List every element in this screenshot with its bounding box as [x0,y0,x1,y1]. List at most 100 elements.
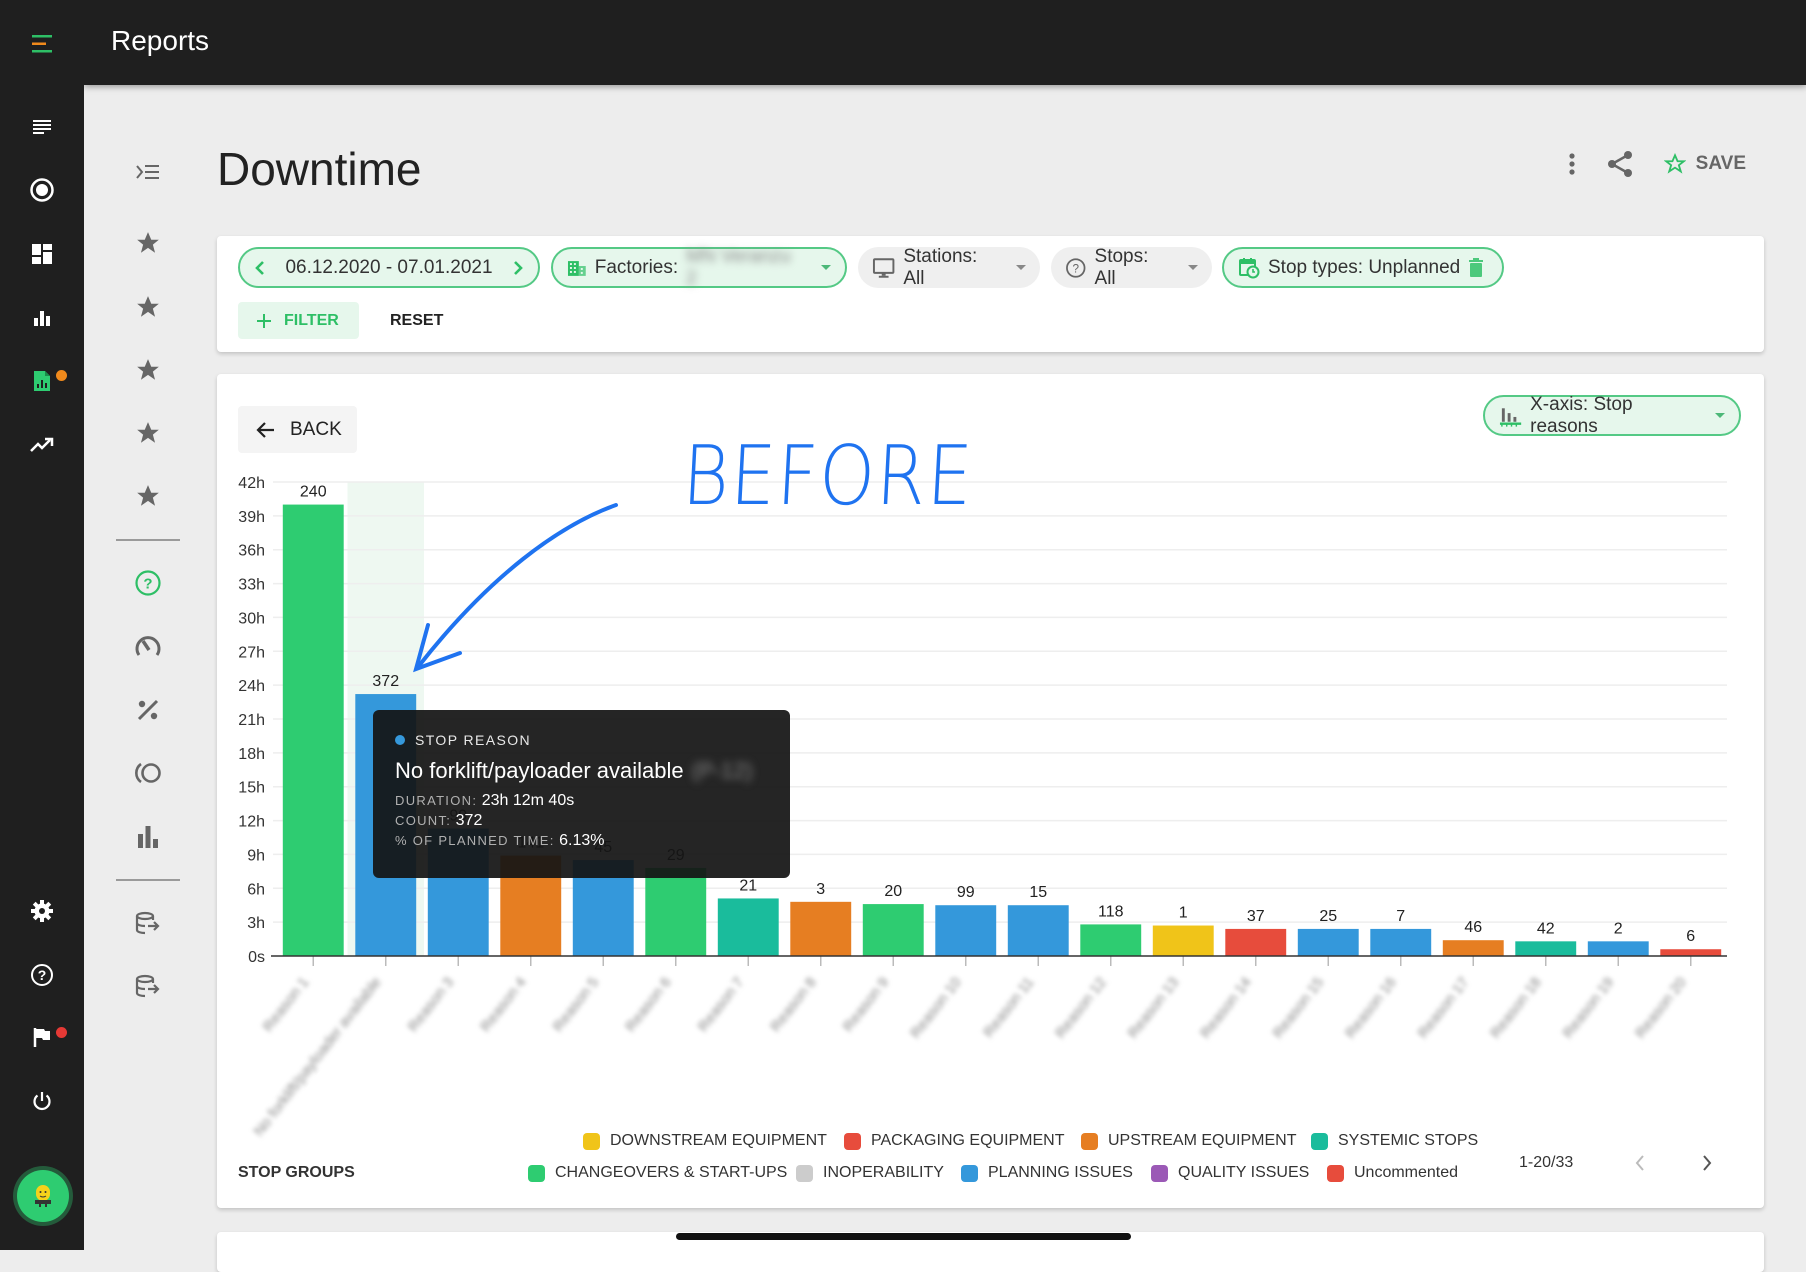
legend-item-inoperability[interactable]: INOPERABILITY [796,1164,944,1182]
bar[interactable] [1007,905,1069,956]
legend-label: CHANGEOVERS & START-UPS [555,1164,788,1181]
bar[interactable] [935,905,997,956]
flag-badge [56,1027,67,1038]
bar-value-label: 2 [1614,920,1623,937]
bar-value-label: 42 [1537,920,1555,937]
bar[interactable] [1515,941,1577,956]
bar-value-label: 118 [1098,903,1124,920]
x-category-label: Reason 5 [549,974,602,1035]
top-bar: Reports [84,0,1806,85]
bar-value-label: 1 [1179,905,1188,922]
y-tick-label: 36h [238,543,265,560]
bar-value-label: 7 [1396,908,1405,925]
legend-swatch [1151,1164,1168,1182]
bar[interactable] [1225,928,1287,956]
x-category-label: Reason 4 [477,974,530,1035]
x-category-label: Reason 17 [1414,974,1472,1042]
legend-label: QUALITY ISSUES [1178,1164,1310,1181]
x-category-label: Reason 8 [767,974,820,1035]
legend-swatch [528,1164,545,1182]
bar-value-label: 46 [1464,919,1482,936]
y-tick-label: 39h [238,509,265,526]
tooltip-reason-code: (P-12) [691,758,753,783]
menu-icon[interactable] [22,24,62,64]
y-tick-label: 27h [238,644,265,661]
x-category-label: Reason 16 [1342,974,1400,1042]
legend-item-downstream[interactable]: DOWNSTREAM EQUIPMENT [583,1132,827,1150]
x-category-label: Reason 10 [907,974,965,1042]
bar[interactable] [1587,941,1649,956]
bar[interactable] [1080,924,1142,956]
bar-value-label: 20 [884,883,902,900]
power-icon[interactable] [22,1081,62,1121]
count-label: COUNT: [395,813,452,828]
bar-chart-icon[interactable] [22,298,62,338]
bar-value-label: 15 [1029,884,1047,901]
dashboard-icon[interactable] [22,234,62,274]
count-value: 372 [455,812,483,829]
legend-label: Uncommented [1354,1164,1459,1181]
legend-label: PLANNING ISSUES [988,1164,1133,1181]
x-category-label: Reason 18 [1487,974,1545,1042]
x-category-label: No forklift/payloader available [250,974,385,1140]
legend-item-uncommented[interactable]: Uncommented [1327,1164,1458,1182]
svg-text:?: ? [38,967,47,983]
y-tick-label: 30h [238,610,265,627]
x-category-label: Reason 11 [980,974,1037,1041]
y-tick-label: 42h [238,475,265,492]
next-page-button[interactable] [1700,1152,1714,1179]
legend-item-packaging[interactable]: PACKAGING EQUIPMENT [844,1132,1065,1150]
x-category-label: Reason 3 [404,974,457,1035]
help-icon[interactable]: ? [22,955,62,995]
gear-icon[interactable] [22,891,62,931]
bar-value-label: 99 [957,884,975,901]
x-category-label: Reason 13 [1124,974,1182,1042]
avatar[interactable] [17,1170,69,1222]
legend-label: SYSTEMIC STOPS [1338,1132,1479,1149]
legend-swatch [844,1132,861,1150]
bar[interactable] [1152,925,1214,956]
tooltip-header: STOP REASON [415,732,532,748]
target-icon[interactable] [22,170,62,210]
previous-page-button[interactable] [1633,1152,1647,1179]
trending-icon[interactable] [22,425,62,465]
bar-value-label: 37 [1247,908,1265,925]
bar[interactable] [862,904,924,956]
list-icon[interactable] [22,107,62,147]
y-tick-label: 24h [238,678,265,695]
y-tick-label: 18h [238,746,265,763]
x-category-label: Reason 19 [1559,974,1617,1042]
legend-label: INOPERABILITY [823,1164,944,1181]
before-annotation: BEFORE [680,429,977,524]
legend-item-systemic[interactable]: SYSTEMIC STOPS [1311,1132,1478,1150]
bar[interactable] [282,504,344,956]
app-title: Reports [111,25,210,56]
bar[interactable] [1660,949,1722,956]
bar[interactable] [1442,940,1504,956]
legend-item-changeovers[interactable]: CHANGEOVERS & START-UPS [528,1164,787,1182]
y-tick-label: 6h [247,881,265,898]
bar[interactable] [645,867,707,956]
legend-label: DOWNSTREAM EQUIPMENT [610,1132,827,1149]
annotation-arrow-icon [413,503,618,673]
legend-item-planning[interactable]: PLANNING ISSUES [961,1164,1133,1182]
bar[interactable] [790,901,852,956]
bar-value-label: 21 [739,877,757,894]
report-icon[interactable] [22,361,62,401]
x-category-label: Reason 9 [839,974,892,1035]
flag-icon[interactable] [22,1017,62,1057]
x-category-label: Reason 14 [1197,974,1255,1042]
bar[interactable] [717,898,779,956]
bar[interactable] [1297,928,1359,956]
chevron-left-icon [1635,1155,1644,1171]
legend-item-upstream[interactable]: UPSTREAM EQUIPMENT [1081,1132,1296,1150]
home-indicator [676,1233,1131,1240]
report-badge [56,370,67,381]
legend-swatch [1327,1164,1344,1182]
bar-value-label: 3 [816,881,825,898]
legend-item-quality[interactable]: QUALITY ISSUES [1151,1164,1309,1182]
y-tick-label: 12h [238,814,265,831]
bar[interactable] [1370,928,1432,956]
planned-time-label: % OF PLANNED TIME: [395,833,555,848]
duration-label: DURATION: [395,793,478,808]
